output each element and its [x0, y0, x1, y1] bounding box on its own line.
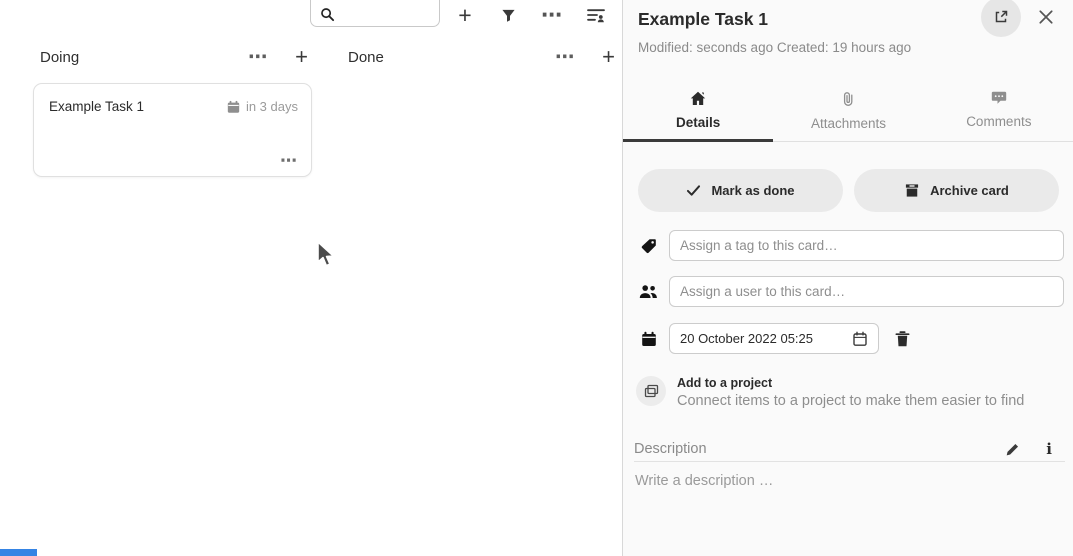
panel-tabbar: Details Attachments Comments: [623, 80, 1073, 142]
board-menu-button[interactable]: ⋯: [539, 2, 565, 28]
tab-details[interactable]: Details: [623, 80, 773, 141]
column-header: Doing ⋯ +: [25, 40, 318, 74]
add-card-button[interactable]: +: [452, 2, 478, 28]
users-icon: [638, 284, 659, 299]
bottom-left-accent: [0, 549, 37, 556]
tag-icon: [638, 238, 659, 254]
project-texts: Add to a project Connect items to a proj…: [677, 376, 1024, 409]
tab-label: Details: [676, 115, 720, 130]
tab-label: Attachments: [811, 116, 886, 131]
open-window-button[interactable]: [981, 0, 1021, 37]
card-due-badge: in 3 days: [226, 99, 298, 114]
due-date-field[interactable]: 20 October 2022 05:25: [669, 323, 879, 354]
calendar-icon: [638, 331, 659, 347]
open-external-icon: [993, 9, 1009, 25]
project-subtitle: Connect items to a project to make them …: [677, 393, 1024, 409]
project-windows-icon: [643, 383, 660, 399]
card-title: Example Task 1: [49, 99, 226, 114]
tab-label: Comments: [966, 114, 1031, 129]
assign-user-input[interactable]: [669, 276, 1064, 307]
user-field-row: [638, 276, 1064, 307]
column-title: Doing: [40, 49, 248, 66]
search-icon: [320, 7, 335, 22]
card-detail-panel: Example Task 1 Modified: seconds ago Cre…: [622, 0, 1073, 556]
column-menu-button[interactable]: ⋯: [248, 46, 268, 69]
tab-comments[interactable]: Comments: [924, 80, 1073, 141]
home-icon: [690, 91, 706, 106]
assigned-view-button[interactable]: [583, 2, 609, 28]
column-add-button[interactable]: +: [295, 47, 308, 67]
calendar-icon: [226, 100, 241, 114]
edit-description-button[interactable]: [1005, 442, 1020, 457]
archive-card-label: Archive card: [930, 183, 1009, 198]
description-info-button[interactable]: i: [1046, 442, 1052, 456]
remove-date-button[interactable]: [895, 331, 910, 347]
task-card[interactable]: Example Task 1 in 3 days ⋯: [33, 83, 312, 177]
assign-tag-input[interactable]: [669, 230, 1064, 261]
search-input[interactable]: [339, 2, 434, 24]
tab-attachments[interactable]: Attachments: [773, 80, 923, 141]
list-user-icon: [587, 8, 605, 23]
column-title: Done: [348, 49, 555, 66]
project-icon-circle: [636, 376, 666, 406]
column-header: Done ⋯ +: [333, 40, 625, 74]
tag-field-row: [638, 230, 1064, 261]
due-date-value: 20 October 2022 05:25: [680, 331, 844, 346]
paperclip-icon: [841, 91, 855, 107]
close-panel-button[interactable]: [1038, 9, 1054, 25]
archive-icon: [904, 183, 920, 198]
add-to-project-row[interactable]: Add to a project Connect items to a proj…: [636, 376, 1024, 409]
column-doing: Doing ⋯ + Example Task 1 in 3 days ⋯: [25, 40, 318, 74]
panel-meta: Modified: seconds ago Created: 19 hours …: [638, 40, 911, 55]
description-placeholder[interactable]: Write a description …: [635, 473, 773, 489]
pencil-icon: [1005, 442, 1020, 457]
mouse-cursor: [314, 240, 336, 270]
mark-as-done-label: Mark as done: [711, 183, 794, 198]
project-title: Add to a project: [677, 376, 1024, 390]
column-add-button[interactable]: +: [602, 47, 615, 67]
check-icon: [686, 184, 701, 197]
panel-title: Example Task 1: [638, 9, 768, 30]
card-due-label: in 3 days: [246, 99, 298, 114]
description-label: Description: [634, 441, 1005, 457]
archive-card-button[interactable]: Archive card: [854, 169, 1059, 212]
date-picker-icon[interactable]: [852, 331, 868, 347]
date-field-row: 20 October 2022 05:25: [638, 323, 910, 354]
card-actions: Mark as done Archive card: [638, 169, 1059, 212]
comment-icon: [991, 91, 1007, 105]
mark-as-done-button[interactable]: Mark as done: [638, 169, 843, 212]
filter-button[interactable]: [495, 2, 521, 28]
column-menu-button[interactable]: ⋯: [555, 46, 575, 69]
column-done: Done ⋯ +: [333, 40, 625, 74]
search-field[interactable]: [310, 0, 440, 27]
close-icon: [1038, 9, 1054, 25]
card-menu-button[interactable]: ⋯: [280, 151, 298, 171]
description-header: Description i: [634, 437, 1065, 462]
filter-icon: [501, 8, 516, 23]
